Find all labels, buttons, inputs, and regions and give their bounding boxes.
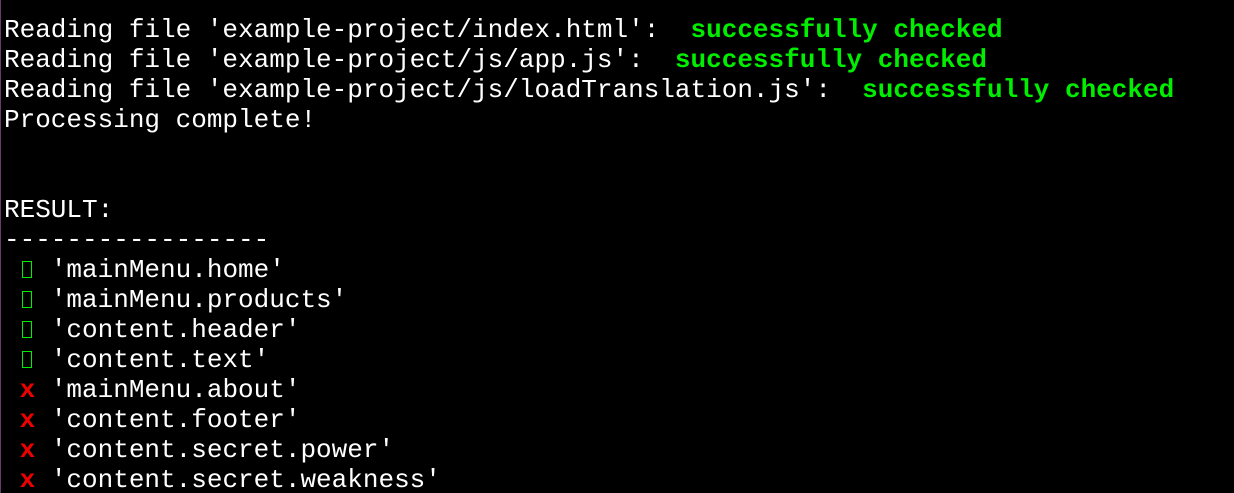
- result-item: x 'mainMenu.about': [4, 375, 1234, 405]
- result-key: 'content.footer': [50, 405, 301, 435]
- log-line-text: Reading file 'example-project/index.html…: [4, 15, 691, 45]
- result-item: 'content.text': [4, 345, 1234, 375]
- log-line-text: Reading file 'example-project/js/app.js'…: [4, 45, 675, 75]
- check-icon: [22, 291, 33, 308]
- check-icon: [22, 351, 33, 368]
- result-item: x 'content.footer': [4, 405, 1234, 435]
- result-key: 'mainMenu.home': [50, 255, 285, 285]
- processing-line: Processing complete!: [4, 105, 317, 135]
- result-key: 'mainMenu.products': [50, 285, 348, 315]
- result-item: 'content.header': [4, 315, 1234, 345]
- result-key: 'content.secret.power': [50, 435, 395, 465]
- log-line: Reading file 'example-project/index.html…: [4, 15, 1234, 45]
- result-item: x 'content.secret.weakness': [4, 465, 1234, 493]
- log-line: Reading file 'example-project/js/loadTra…: [4, 75, 1234, 105]
- log-line: Reading file 'example-project/js/app.js'…: [4, 45, 1234, 75]
- result-key: 'content.secret.weakness': [50, 465, 441, 493]
- result-heading: RESULT:: [4, 195, 114, 225]
- cross-icon: x: [19, 405, 36, 435]
- cross-icon: x: [19, 375, 36, 405]
- status-success: successfully checked: [862, 75, 1175, 105]
- status-success: successfully checked: [674, 45, 987, 75]
- check-icon: [22, 261, 33, 278]
- result-item: 'mainMenu.home': [4, 255, 1234, 285]
- cross-icon: x: [19, 435, 36, 465]
- log-line-text: Reading file 'example-project/js/loadTra…: [4, 75, 863, 105]
- result-separator: -----------------: [4, 225, 270, 255]
- result-key: 'mainMenu.about': [50, 375, 301, 405]
- result-key: 'content.header': [50, 315, 301, 345]
- result-key: 'content.text': [50, 345, 270, 375]
- status-success: successfully checked: [690, 15, 1003, 45]
- check-icon: [22, 321, 33, 338]
- cross-icon: x: [19, 465, 36, 493]
- result-item: x 'content.secret.power': [4, 435, 1234, 465]
- terminal-window: Reading file 'example-project/index.html…: [0, 0, 1234, 493]
- result-item: 'mainMenu.products': [4, 285, 1234, 315]
